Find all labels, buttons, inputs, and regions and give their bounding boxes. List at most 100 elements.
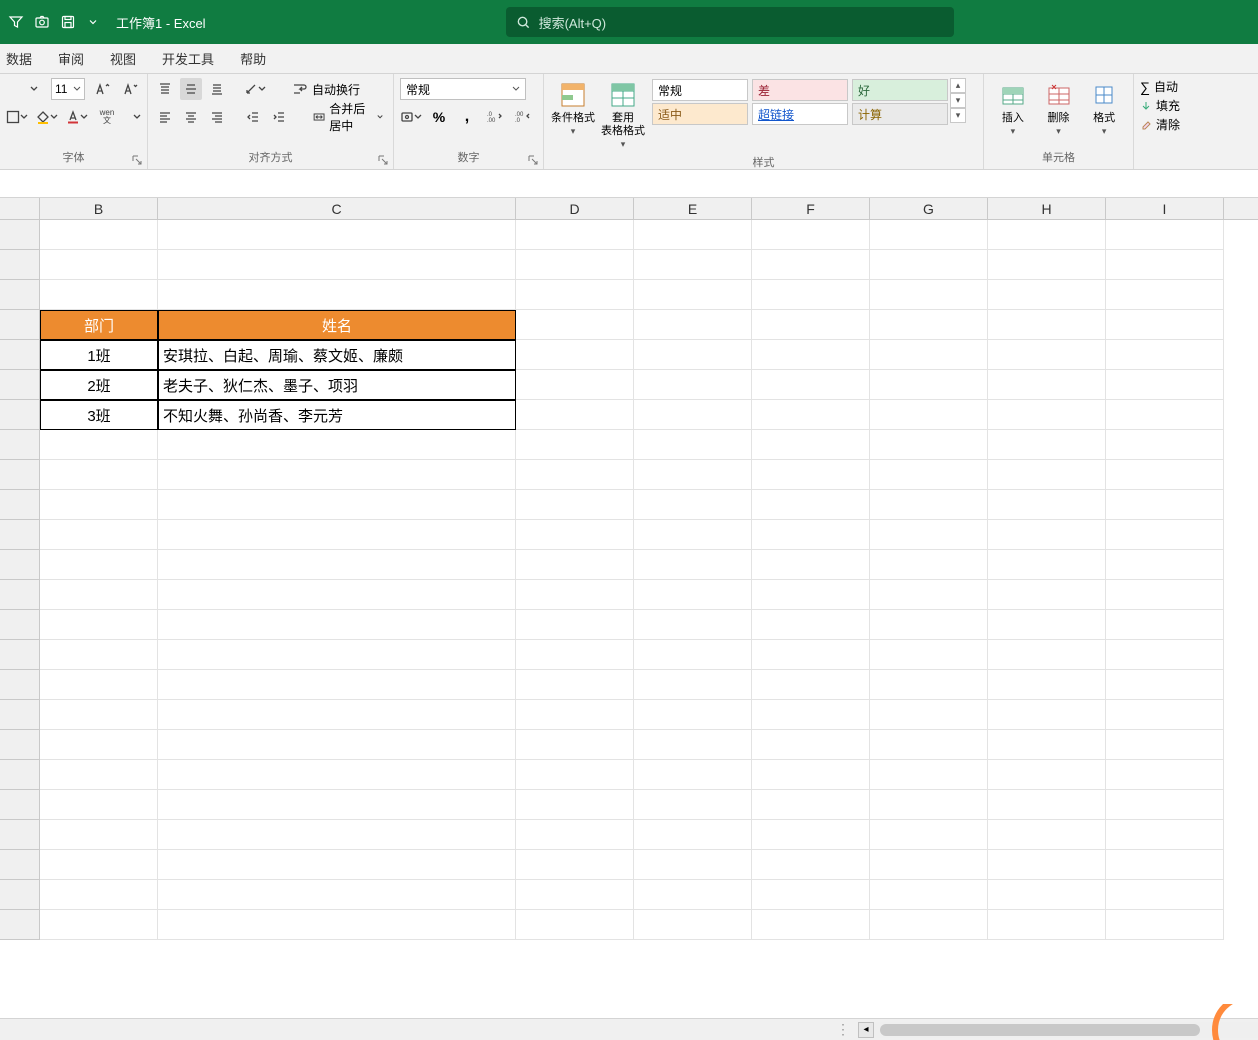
cell[interactable] <box>516 550 634 580</box>
cell[interactable] <box>40 220 158 250</box>
cell[interactable] <box>752 280 870 310</box>
cell[interactable] <box>516 400 634 430</box>
row-header[interactable] <box>0 220 40 250</box>
cell[interactable]: 老夫子、狄仁杰、墨子、项羽 <box>158 370 516 400</box>
cell[interactable] <box>870 220 988 250</box>
cell[interactable] <box>752 640 870 670</box>
cell-style-normal[interactable]: 常规 <box>652 79 748 101</box>
cell[interactable]: 安琪拉、白起、周瑜、蔡文姬、廉颇 <box>158 340 516 370</box>
cell[interactable] <box>40 280 158 310</box>
cell[interactable] <box>40 610 158 640</box>
row-header[interactable] <box>0 250 40 280</box>
cell[interactable] <box>988 520 1106 550</box>
cell[interactable] <box>516 460 634 490</box>
delete-cells-button[interactable]: 删除▾ <box>1036 78 1082 140</box>
cell[interactable] <box>40 460 158 490</box>
font-dropdown-icon[interactable] <box>23 78 45 100</box>
cell[interactable] <box>752 850 870 880</box>
cell[interactable] <box>634 820 752 850</box>
cell[interactable] <box>634 550 752 580</box>
cell[interactable] <box>516 670 634 700</box>
cell[interactable] <box>158 910 516 940</box>
fill-button[interactable]: 填充 <box>1140 97 1180 114</box>
row-header[interactable] <box>0 700 40 730</box>
row-header[interactable] <box>0 400 40 430</box>
cell[interactable] <box>516 310 634 340</box>
cell[interactable] <box>516 280 634 310</box>
col-header-C[interactable]: C <box>158 198 516 219</box>
cell-style-neutral[interactable]: 适中 <box>652 103 748 125</box>
cell[interactable] <box>752 760 870 790</box>
cell[interactable] <box>634 310 752 340</box>
cell[interactable]: 3班 <box>40 400 158 430</box>
cell[interactable] <box>634 220 752 250</box>
cell[interactable] <box>988 250 1106 280</box>
cell[interactable] <box>634 640 752 670</box>
cell[interactable] <box>158 670 516 700</box>
tab-help[interactable]: 帮助 <box>240 49 266 68</box>
cell[interactable] <box>1106 220 1224 250</box>
cell[interactable] <box>870 640 988 670</box>
comma-icon[interactable]: , <box>456 106 478 128</box>
styles-scroll-up-icon[interactable]: ▴ <box>950 78 966 93</box>
row-header[interactable] <box>0 520 40 550</box>
cell[interactable] <box>752 610 870 640</box>
cell[interactable] <box>988 370 1106 400</box>
cell[interactable] <box>988 760 1106 790</box>
cell-style-link[interactable]: 超链接 <box>752 103 848 125</box>
cell[interactable] <box>158 850 516 880</box>
cell[interactable] <box>40 850 158 880</box>
cell[interactable] <box>988 550 1106 580</box>
cell[interactable] <box>752 670 870 700</box>
cell[interactable] <box>1106 760 1224 790</box>
row-header[interactable] <box>0 550 40 580</box>
row-header[interactable] <box>0 340 40 370</box>
cell[interactable] <box>752 520 870 550</box>
cell[interactable] <box>1106 670 1224 700</box>
tab-review[interactable]: 审阅 <box>58 49 84 68</box>
cell[interactable] <box>634 280 752 310</box>
insert-cells-button[interactable]: 插入▾ <box>990 78 1036 140</box>
cell[interactable] <box>870 550 988 580</box>
cell[interactable] <box>40 820 158 850</box>
cell[interactable] <box>158 640 516 670</box>
tab-dev[interactable]: 开发工具 <box>162 49 214 68</box>
cell[interactable] <box>634 670 752 700</box>
cell[interactable] <box>1106 550 1224 580</box>
phonetic-drop-icon[interactable] <box>126 106 148 128</box>
row-header[interactable] <box>0 910 40 940</box>
select-all-corner[interactable] <box>0 198 40 219</box>
cell[interactable] <box>752 220 870 250</box>
cell[interactable] <box>634 340 752 370</box>
cell[interactable] <box>988 670 1106 700</box>
wrap-text-button[interactable]: 自动换行 <box>288 78 364 100</box>
cell[interactable] <box>516 250 634 280</box>
cell[interactable] <box>516 730 634 760</box>
align-right-icon[interactable] <box>206 106 228 128</box>
cell[interactable] <box>516 340 634 370</box>
cell[interactable] <box>634 610 752 640</box>
align-center-icon[interactable] <box>180 106 202 128</box>
cell[interactable] <box>516 520 634 550</box>
cell[interactable] <box>1106 520 1224 550</box>
cell[interactable] <box>1106 460 1224 490</box>
cell[interactable] <box>634 880 752 910</box>
cell[interactable] <box>158 610 516 640</box>
cell[interactable] <box>752 880 870 910</box>
cell[interactable] <box>988 280 1106 310</box>
cell[interactable] <box>516 790 634 820</box>
cell[interactable] <box>752 700 870 730</box>
cell-style-bad[interactable]: 差 <box>752 79 848 101</box>
cell[interactable] <box>988 430 1106 460</box>
col-header-H[interactable]: H <box>988 198 1106 219</box>
scroll-left-icon[interactable]: ◂ <box>858 1022 874 1038</box>
horizontal-scrollbar[interactable]: ◂ <box>858 1022 1258 1038</box>
cell[interactable] <box>158 580 516 610</box>
cell[interactable] <box>1106 370 1224 400</box>
cell-style-calc[interactable]: 计算 <box>852 103 948 125</box>
cell[interactable] <box>988 220 1106 250</box>
cell[interactable] <box>158 790 516 820</box>
clear-button[interactable]: 清除 <box>1140 116 1180 133</box>
cell[interactable]: 姓名 <box>158 310 516 340</box>
cell[interactable] <box>634 520 752 550</box>
